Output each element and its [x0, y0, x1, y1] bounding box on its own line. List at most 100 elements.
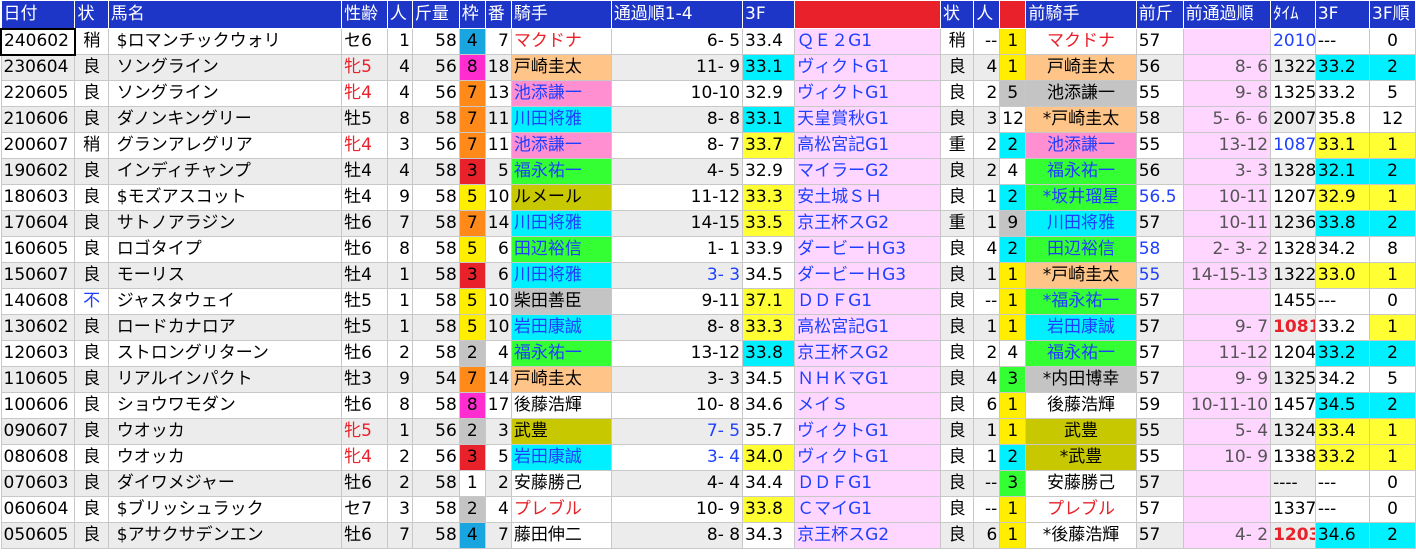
- cell-prev-weight: 57: [1135, 366, 1184, 393]
- header-horse[interactable]: 馬名: [107, 0, 343, 29]
- table-row[interactable]: 170604 良サトノアラジン 牡6 7 58 7 14 川田将雅 14-15 33.5 京王杯スG…: [0, 210, 1416, 237]
- table-row[interactable]: 230604 良ソングライン 牝5 4 56 8 18 戸崎圭太 11- 9 33.1 ヴィクトG1…: [0, 54, 1416, 81]
- header-prev-weight[interactable]: 前斤: [1135, 0, 1184, 29]
- cell-horse: グランアレグリア: [107, 132, 343, 159]
- cell-weight: 58: [411, 496, 460, 523]
- table-row[interactable]: 190602 良インディチャンプ 牡4 4 58 3 5 福永祐一 4- 5 32.9 マイラーG2…: [0, 158, 1416, 185]
- cell-time: 1328: [1270, 236, 1316, 263]
- cell-sexage: 牡5: [341, 106, 388, 133]
- header-time[interactable]: ﾀｲﾑ: [1270, 0, 1316, 29]
- table-row[interactable]: 200607 稍グランアレグリア 牝4 3 56 7 11 池添謙一 8- 7 33.7 高松宮記G…: [0, 132, 1416, 159]
- cell-jockey: プレブル: [510, 496, 612, 523]
- cell-cond: 良: [74, 418, 109, 445]
- cell-pop: 4: [386, 54, 413, 81]
- cell-prev-race: ヴィクトG1: [794, 80, 941, 107]
- cell-num: 10: [484, 314, 512, 341]
- table-row[interactable]: 210606 良ダノンキングリー 牡5 8 58 7 11 川田将雅 8- 8 33.1 天皇賞秋G…: [0, 106, 1416, 133]
- cell-num: 14: [484, 366, 512, 393]
- cell-time: 1204: [1270, 340, 1316, 367]
- table-row[interactable]: 110605 良リアルインパクト 牡3 9 54 7 14 戸崎圭太 3- 3 34.5 ＮＨＫマG…: [0, 366, 1416, 393]
- cell-prev-jockey: *内田博幸: [1025, 366, 1137, 393]
- cell-weight: 56: [411, 54, 460, 81]
- cell-prev-f3: 33.8: [1314, 210, 1371, 237]
- cell-pop: 3: [386, 132, 413, 159]
- cell-prev-pop: 1: [973, 184, 1001, 211]
- header-prev-finish[interactable]: 着: [999, 0, 1027, 29]
- table-row[interactable]: 160605 良ロゴタイプ 牡6 8 58 5 6 田辺裕信 1- 1 33.9 ダービーＨG3 良 4…: [0, 236, 1416, 263]
- table-row[interactable]: 070603 良ダイワメジャー 牡6 2 58 1 2 安藤勝己 4- 4 34.4 ＤＤＦG1 良 -…: [0, 470, 1416, 497]
- cell-prev-passing: 10- 9: [1182, 444, 1272, 471]
- cell-passing: 7- 5: [610, 418, 744, 445]
- header-f3rank[interactable]: 3F順: [1369, 0, 1416, 29]
- cell-horse: サトノアラジン: [107, 210, 343, 237]
- cell-f3: 33.8: [742, 496, 796, 523]
- header-prev-f3[interactable]: 3F: [1314, 0, 1371, 29]
- table-row[interactable]: 150607 良モーリス 牡4 1 58 3 6 川田将雅 3- 3 34.5 ダービーＨG3 良 1 1…: [0, 262, 1416, 289]
- cell-sexage: 牡6: [341, 236, 388, 263]
- header-prev-jockey[interactable]: 前騎手: [1025, 0, 1137, 29]
- cell-prev-jockey: 戸崎圭太: [1025, 54, 1137, 81]
- cell-prev-weight: 55: [1135, 132, 1184, 159]
- header-jockey[interactable]: 騎手: [510, 0, 612, 29]
- cell-num: 4: [484, 496, 512, 523]
- cell-f3: 34.4: [742, 470, 796, 497]
- cell-prev-passing: 8- 6: [1182, 54, 1272, 81]
- cell-pop: 8: [386, 236, 413, 263]
- header-pop[interactable]: 人: [386, 0, 413, 29]
- cell-weight: 58: [411, 522, 460, 549]
- cell-horse: ロードカナロア: [107, 314, 343, 341]
- cell-num: 3: [484, 418, 512, 445]
- table-row[interactable]: 140608 不ジャスタウェイ 牡5 1 58 5 10 柴田善臣 9-11 37.1 ＤＤＦG1 良…: [0, 288, 1416, 315]
- table-row[interactable]: 090607 良ウオッカ 牝5 1 56 2 3 武豊 7- 5 35.7 ヴィクトG1 良 1 1 武豊 5…: [0, 418, 1416, 445]
- table-row[interactable]: 080608 良ウオッカ 牝4 2 56 3 5 岩田康誠 3- 4 34.0 ヴィクトG1 良 1 2 *…: [0, 444, 1416, 471]
- cell-f3: 37.1: [742, 288, 796, 315]
- header-f3[interactable]: 3F: [742, 0, 796, 29]
- table-row[interactable]: 100606 良ショウワモダン 牡6 8 58 8 17 後藤浩輝 10- 8 34.6 メイＳ 良 6…: [0, 392, 1416, 419]
- header-prev-cond[interactable]: 状: [939, 0, 975, 29]
- table-row[interactable]: 130602 良ロードカナロア 牡5 1 58 5 10 岩田康誠 8- 8 33.3 高松宮記G1…: [0, 314, 1416, 341]
- table-row[interactable]: 060604 良 $ブリッシュラック セ7 3 58 2 4 プレブル 10- 9 33.8 ＣマイG…: [0, 496, 1416, 523]
- cell-passing: 8- 7: [610, 132, 744, 159]
- cell-f3rank: 1: [1369, 262, 1416, 289]
- cell-pop: 4: [386, 158, 413, 185]
- header-num[interactable]: 番: [484, 0, 512, 29]
- cell-prev-f3: 32.9: [1314, 184, 1371, 211]
- header-prev-pop[interactable]: 人: [973, 0, 1001, 29]
- table-row[interactable]: 120603 良ストロングリターン 牡6 2 58 2 4 福永祐一 13-12 33.8 京王杯ス…: [0, 340, 1416, 367]
- cell-date: 090607: [0, 418, 76, 445]
- table-row[interactable]: 180603 良 $モズアスコット 牡4 9 58 5 10 ルメール 11-12 33.3 安土城Ｓ…: [0, 184, 1416, 211]
- cell-prev-jockey: 岩田康誠: [1025, 314, 1137, 341]
- cell-prev-race: 高松宮記G1: [794, 132, 941, 159]
- cell-prev-jockey: *後藤浩輝: [1025, 522, 1137, 549]
- cell-jockey: 戸崎圭太: [510, 366, 612, 393]
- cell-prev-f3: 33.2: [1314, 314, 1371, 341]
- cell-num: 10: [484, 184, 512, 211]
- table-row[interactable]: 050605 良 $アサクサデンエン 牡6 7 58 4 7 藤田伸二 8- 8 34.3 京王杯スG…: [0, 522, 1416, 549]
- cell-prev-pop: 1: [973, 444, 1001, 471]
- header-frame[interactable]: 枠: [458, 0, 486, 29]
- table-row[interactable]: 220605 良ソングライン 牝4 4 56 7 13 池添謙一 10-10 32.9 ヴィクトG1…: [0, 80, 1416, 107]
- cell-jockey: ルメール: [510, 184, 612, 211]
- cell-prev-finish: 1: [999, 262, 1027, 289]
- cell-num: 10: [484, 288, 512, 315]
- cell-prev-pop: 1: [973, 210, 1001, 237]
- header-passing[interactable]: 通過順1-4: [610, 0, 744, 29]
- header-date[interactable]: 日付: [0, 0, 76, 29]
- header-weight[interactable]: 斤量: [411, 0, 460, 29]
- cell-prev-pop: --: [973, 496, 1001, 523]
- cell-weight: 54: [411, 366, 460, 393]
- cell-f3rank: 5: [1369, 366, 1416, 393]
- header-sexage[interactable]: 性齢: [341, 0, 388, 29]
- cell-passing: 8- 8: [610, 522, 744, 549]
- cell-pop: 8: [386, 392, 413, 419]
- header-prev-passing[interactable]: 前通過順: [1182, 0, 1272, 29]
- cell-horse: インディチャンプ: [107, 158, 343, 185]
- cell-time: 1081: [1270, 314, 1316, 341]
- cell-cond: 良: [74, 496, 109, 523]
- header-prev-race[interactable]: 前レース名: [794, 0, 941, 29]
- table-row[interactable]: 240602 稍 $ロマンチックウォリ セ6 1 58 4 7 マクドナ 6- 5 33.4 ＱＥ２G…: [0, 27, 1416, 56]
- header-cond[interactable]: 状: [74, 0, 109, 29]
- cell-date: 240602: [0, 27, 76, 56]
- cell-passing: 11- 9: [610, 54, 744, 81]
- cell-passing: 11-12: [610, 184, 744, 211]
